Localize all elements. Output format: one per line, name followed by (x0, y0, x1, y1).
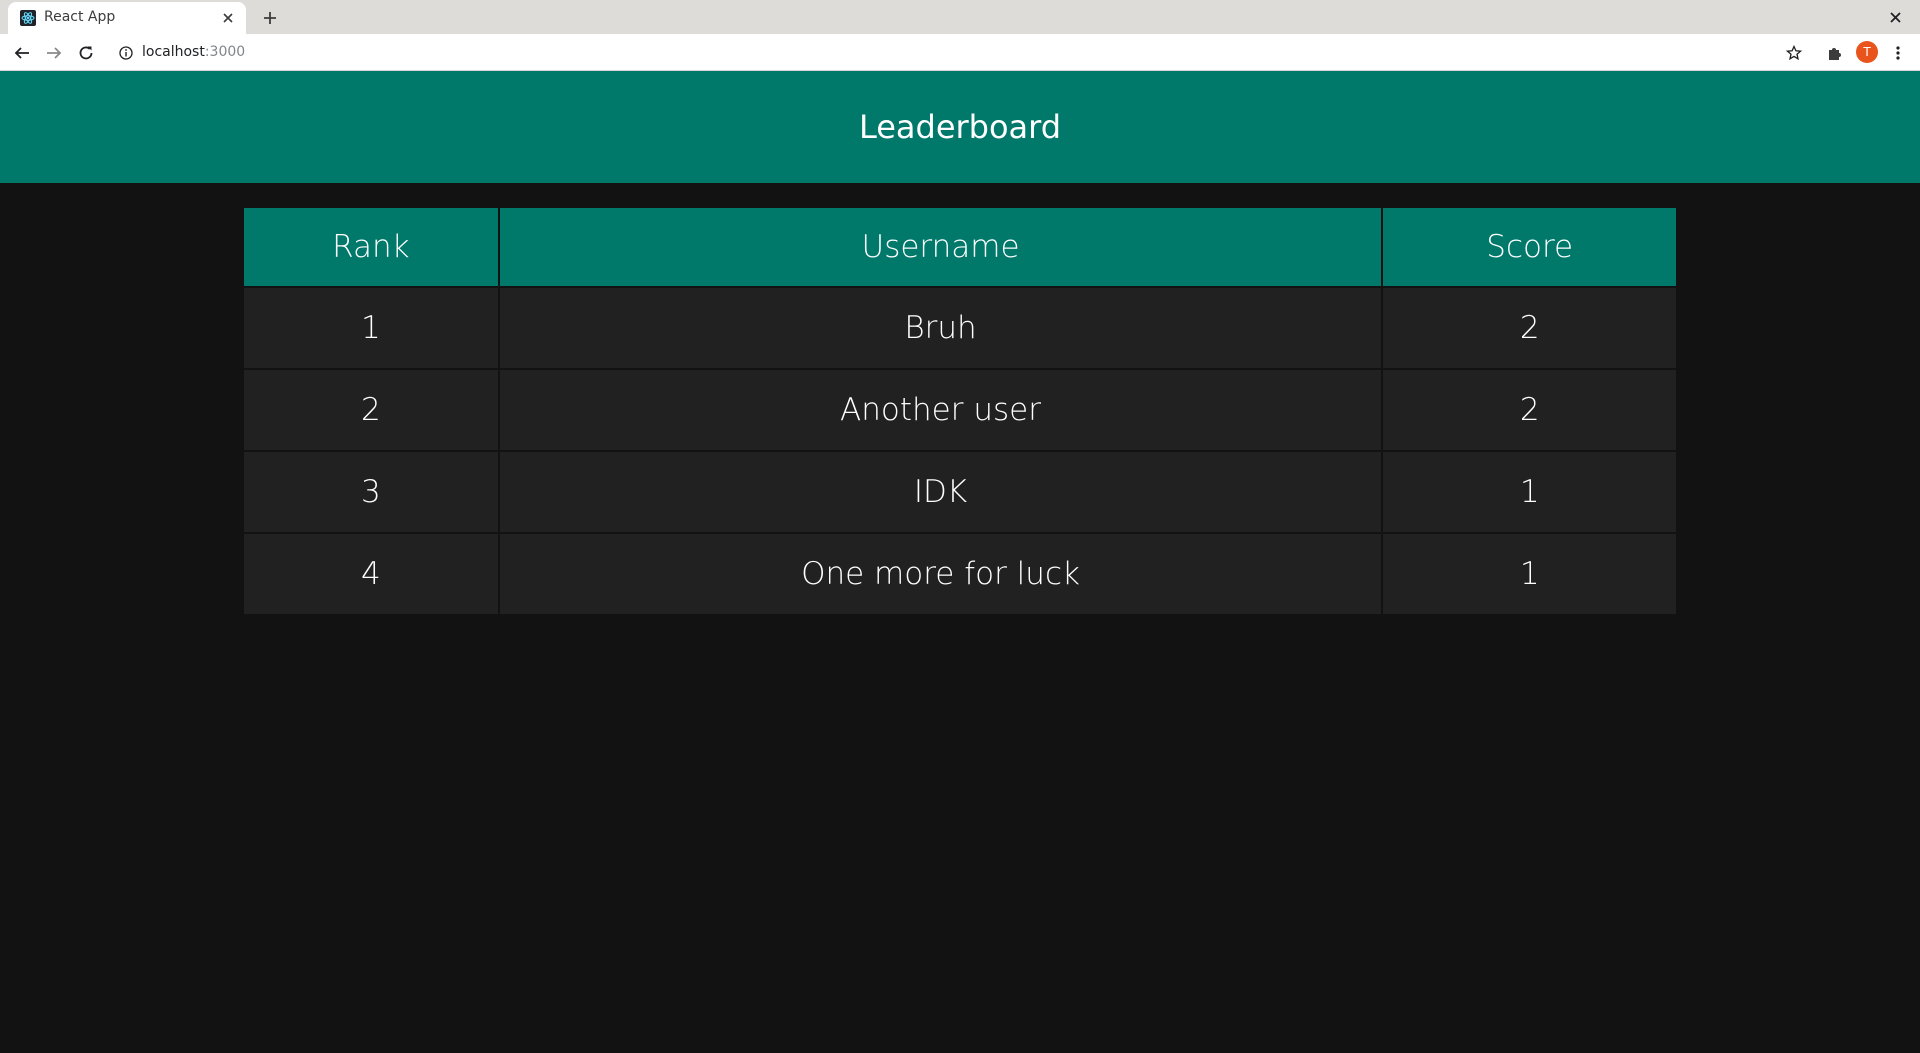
column-header-rank: Rank (242, 206, 500, 288)
username-cell: IDK (497, 450, 1384, 534)
browser-tab[interactable]: React App (8, 2, 246, 34)
page-title: Leaderboard (858, 108, 1062, 146)
column-header-score: Score (1381, 206, 1678, 288)
table-header-row: Rank Username Score (242, 206, 1678, 288)
back-arrow-icon[interactable] (10, 41, 34, 65)
column-header-username: Username (497, 206, 1384, 288)
info-icon[interactable] (118, 45, 134, 61)
star-icon[interactable] (1782, 41, 1806, 65)
url-port: :3000 (204, 44, 246, 60)
username-cell: Bruh (497, 286, 1384, 370)
table-row: 2 Another user 2 (242, 368, 1678, 452)
leaderboard-table: Rank Username Score 1 Bruh 2 2 Another u… (242, 206, 1678, 616)
username-cell: Another user (497, 368, 1384, 452)
tab-strip: React App (0, 0, 1920, 34)
reload-icon[interactable] (74, 41, 98, 65)
puzzle-icon[interactable] (1822, 41, 1846, 65)
rank-cell: 1 (242, 286, 500, 370)
rank-cell: 2 (242, 368, 500, 452)
window-close-icon[interactable] (1884, 6, 1906, 28)
score-cell: 2 (1381, 286, 1678, 370)
table-row: 1 Bruh 2 (242, 286, 1678, 370)
rank-cell: 3 (242, 450, 500, 534)
close-icon[interactable] (218, 8, 238, 28)
score-cell: 1 (1381, 450, 1678, 534)
table-row: 3 IDK 1 (242, 450, 1678, 534)
kebab-menu-icon[interactable] (1886, 41, 1910, 65)
address-bar[interactable]: localhost:3000 (108, 38, 1788, 67)
plus-icon[interactable] (258, 6, 282, 30)
url-host: localhost (142, 44, 205, 60)
tab-title: React App (44, 9, 116, 25)
rank-cell: 4 (242, 532, 500, 616)
score-cell: 2 (1381, 368, 1678, 452)
username-cell: One more for luck (497, 532, 1384, 616)
table-row: 4 One more for luck 1 (242, 532, 1678, 616)
react-favicon-icon (20, 10, 36, 26)
url-text: localhost:3000 (142, 44, 245, 60)
forward-arrow-icon[interactable] (42, 41, 66, 65)
score-cell: 1 (1381, 532, 1678, 616)
browser-toolbar: localhost:3000 T (0, 34, 1920, 71)
avatar[interactable]: T (1856, 41, 1878, 63)
app-header: Leaderboard (0, 71, 1920, 183)
